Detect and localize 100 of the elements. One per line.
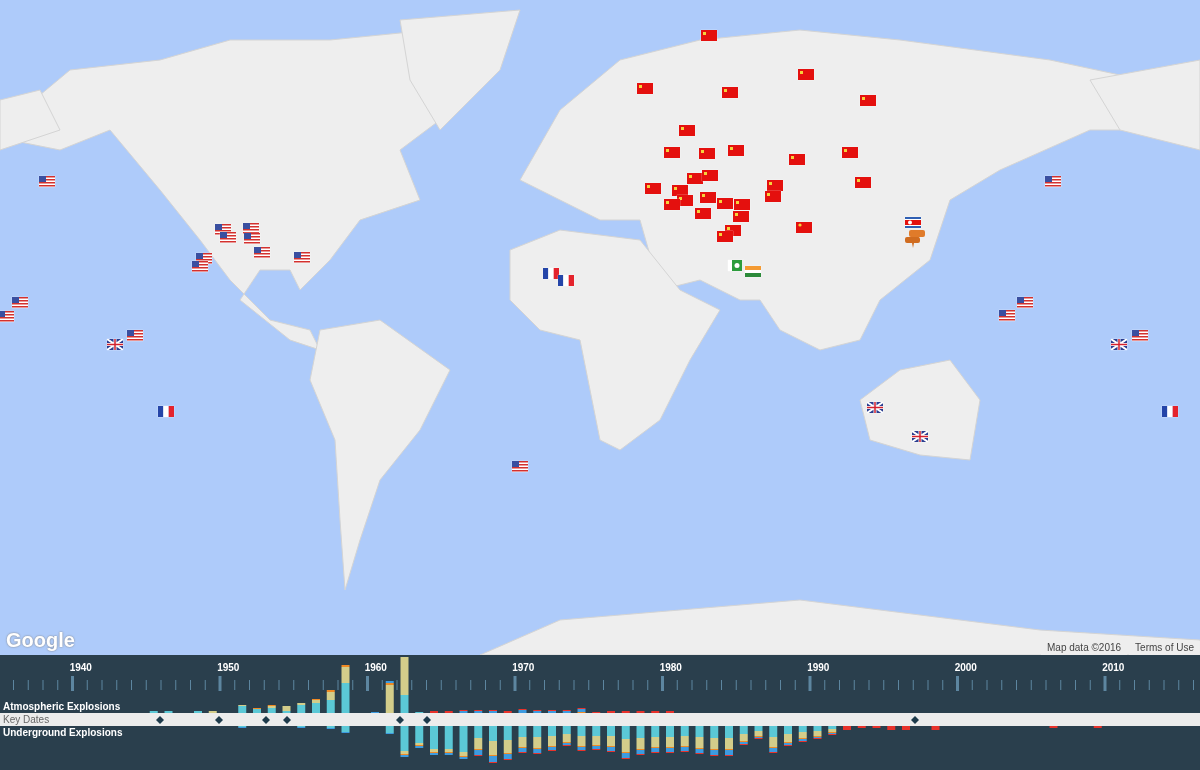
year-tick xyxy=(603,680,604,690)
atmospheric-bar xyxy=(312,699,320,713)
year-tick xyxy=(470,680,472,690)
underground-bar xyxy=(548,726,556,751)
underground-bar xyxy=(680,726,689,752)
flag-marker-icon[interactable] xyxy=(1045,176,1061,187)
year-tick xyxy=(721,680,722,690)
flag-marker-icon[interactable] xyxy=(842,147,858,158)
diamond-icon[interactable] xyxy=(155,715,164,724)
flag-marker-icon[interactable] xyxy=(701,30,717,41)
flag-marker-icon[interactable] xyxy=(767,180,783,191)
diamond-icon[interactable] xyxy=(396,715,405,724)
flag-marker-icon[interactable] xyxy=(672,185,688,196)
row-label: Key Dates xyxy=(2,713,50,726)
year-tick xyxy=(927,680,929,690)
diamond-icon[interactable] xyxy=(261,715,270,724)
flag-marker-icon[interactable] xyxy=(722,87,738,98)
flag-marker-icon[interactable] xyxy=(664,147,680,158)
flag-marker-icon[interactable] xyxy=(699,148,715,159)
flag-marker-icon[interactable] xyxy=(39,176,55,187)
underground-bar xyxy=(474,726,483,756)
flag-marker-icon[interactable] xyxy=(679,125,695,136)
year-tick xyxy=(839,680,840,690)
year-tick xyxy=(337,680,339,690)
year-tick xyxy=(883,680,885,690)
year-tick xyxy=(411,680,413,690)
flag-marker-icon[interactable] xyxy=(860,95,876,106)
flag-marker-icon[interactable] xyxy=(717,198,733,209)
year-tick xyxy=(765,680,767,690)
flag-marker-icon[interactable] xyxy=(244,233,260,244)
flag-marker-icon[interactable] xyxy=(1017,297,1033,308)
year-tick xyxy=(13,680,14,690)
flag-marker-icon[interactable] xyxy=(796,222,812,233)
flag-marker-icon[interactable] xyxy=(512,461,528,472)
flag-marker-icon[interactable] xyxy=(717,231,733,242)
terms-link[interactable]: Terms of Use xyxy=(1129,641,1200,655)
flag-marker-icon[interactable] xyxy=(728,260,744,271)
speech-bubble-marker-icon[interactable] xyxy=(905,230,925,248)
map-area[interactable]: Google Map data ©2016 Terms of Use xyxy=(0,0,1200,655)
atmospheric-bar xyxy=(341,665,350,713)
flag-marker-icon[interactable] xyxy=(700,192,716,203)
flag-marker-icon[interactable] xyxy=(637,83,653,94)
flag-marker-icon[interactable] xyxy=(702,170,718,181)
underground-bar xyxy=(798,726,807,742)
flag-marker-icon[interactable] xyxy=(0,311,14,322)
underground-bar xyxy=(828,726,837,735)
year-tick xyxy=(190,680,191,690)
flag-marker-icon[interactable] xyxy=(745,266,761,277)
flag-marker-icon[interactable] xyxy=(1132,330,1148,341)
year-label: 2010 xyxy=(1102,662,1125,675)
flag-marker-icon[interactable] xyxy=(912,431,928,442)
year-tick xyxy=(588,680,590,690)
atmospheric-bar xyxy=(400,657,409,713)
underground-bar xyxy=(518,726,527,753)
flag-marker-icon[interactable] xyxy=(734,199,750,210)
flag-marker-icon[interactable] xyxy=(127,330,143,341)
flag-marker-icon[interactable] xyxy=(905,217,921,228)
flag-marker-icon[interactable] xyxy=(192,261,208,272)
flag-marker-icon[interactable] xyxy=(543,268,559,279)
decade-tick xyxy=(956,676,959,691)
year-tick xyxy=(573,680,575,690)
flag-marker-icon[interactable] xyxy=(243,223,259,234)
flag-marker-icon[interactable] xyxy=(695,208,711,219)
flag-marker-icon[interactable] xyxy=(728,145,744,156)
flag-marker-icon[interactable] xyxy=(107,339,123,350)
diamond-icon[interactable] xyxy=(422,715,431,724)
year-tick xyxy=(499,680,501,690)
flag-marker-icon[interactable] xyxy=(254,247,270,258)
underground-bar xyxy=(739,726,748,745)
diamond-icon[interactable] xyxy=(910,715,919,724)
row-label: Atmospheric Explosions xyxy=(3,700,121,713)
decade-tick xyxy=(71,676,74,691)
year-tick xyxy=(1163,680,1165,690)
flag-marker-icon[interactable] xyxy=(733,211,749,222)
flag-marker-icon[interactable] xyxy=(1162,406,1178,417)
flag-marker-icon[interactable] xyxy=(664,199,680,210)
flag-marker-icon[interactable] xyxy=(855,177,871,188)
flag-marker-icon[interactable] xyxy=(867,402,883,413)
year-tick xyxy=(1089,680,1091,690)
flag-marker-icon[interactable] xyxy=(789,154,805,165)
flag-marker-icon[interactable] xyxy=(558,275,574,286)
flag-marker-icon[interactable] xyxy=(999,310,1015,321)
flag-marker-icon[interactable] xyxy=(158,406,174,417)
diamond-icon[interactable] xyxy=(214,715,223,724)
flag-marker-icon[interactable] xyxy=(294,252,310,263)
year-tick xyxy=(1075,680,1076,690)
flag-marker-icon[interactable] xyxy=(687,173,703,184)
year-tick xyxy=(544,680,545,690)
flag-marker-icon[interactable] xyxy=(12,297,28,308)
diamond-icon[interactable] xyxy=(282,715,291,724)
flag-marker-icon[interactable] xyxy=(765,191,781,202)
flag-marker-icon[interactable] xyxy=(798,69,814,80)
year-tick xyxy=(942,680,944,690)
year-label: 1950 xyxy=(217,662,240,675)
flag-marker-icon[interactable] xyxy=(1111,339,1127,350)
underground-bar xyxy=(341,726,350,733)
flag-marker-icon[interactable] xyxy=(220,232,236,243)
flag-marker-icon[interactable] xyxy=(645,183,661,194)
underground-bar xyxy=(503,726,512,760)
atmospheric-bar xyxy=(253,708,261,713)
